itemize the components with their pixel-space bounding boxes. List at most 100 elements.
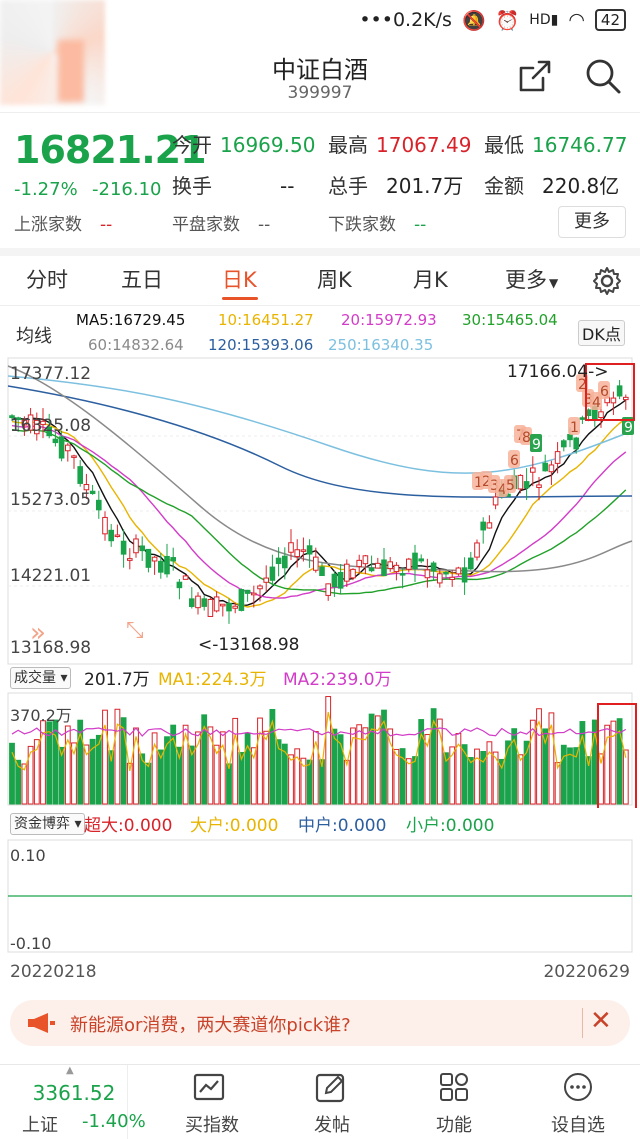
- candle-body: [108, 529, 115, 542]
- volume-bar: [27, 745, 34, 805]
- candle-body: [536, 484, 542, 488]
- volume-bar: [610, 720, 617, 805]
- candle-body: [437, 573, 443, 584]
- volume-selector[interactable]: 成交量 ▾: [10, 667, 72, 689]
- ma-line: [11, 428, 627, 595]
- candle-body: [189, 598, 195, 607]
- nav-label: 买指数: [185, 1115, 239, 1136]
- candle-body: [120, 540, 127, 555]
- candle-body: [151, 556, 158, 562]
- chart-icon: [193, 1073, 225, 1101]
- nav-index-quote[interactable]: ▲ 3361.52 上证 -1.40%: [0, 1065, 146, 1139]
- gear-icon[interactable]: [592, 266, 622, 296]
- candle-body: [393, 564, 400, 573]
- search-icon[interactable]: [583, 56, 623, 96]
- svg-text:1: 1: [570, 420, 579, 436]
- tab-monthly-k[interactable]: 月K: [413, 264, 448, 294]
- ma-label: 均线: [16, 326, 52, 347]
- resize-icon[interactable]: ⤡: [126, 618, 144, 643]
- nav-add-watchlist[interactable]: 设自选: [514, 1065, 640, 1139]
- candle-body: [344, 563, 350, 582]
- candle-body: [579, 417, 586, 420]
- candle-body: [598, 411, 604, 419]
- close-icon[interactable]: ✕: [590, 1006, 612, 1036]
- more-button[interactable]: 更多: [558, 206, 626, 238]
- candle-body: [257, 585, 263, 590]
- candle-body: [96, 499, 102, 511]
- banner-text: 新能源or消费，两大赛道你pick谁?: [70, 1015, 351, 1036]
- ma250-value: 250:16340.35: [328, 336, 434, 354]
- candle-body: [145, 548, 152, 568]
- ma5-value: MA5:16729.45: [76, 311, 186, 329]
- volume-bar: [567, 747, 573, 805]
- candle-body: [573, 437, 580, 450]
- change-percent: -1.27%: [14, 179, 78, 200]
- volume-bar: [226, 763, 232, 805]
- period-tabs: 分时 五日 日K 周K 月K 更多 ▼: [0, 248, 640, 306]
- ma30-value: 30:15465.04: [462, 311, 558, 329]
- candle-body: [306, 545, 313, 555]
- change-amount: -216.10: [92, 179, 162, 200]
- fund-axis-bottom: -0.10: [10, 934, 52, 953]
- nav-functions[interactable]: 功能: [390, 1065, 518, 1139]
- candle-body: [610, 397, 617, 404]
- volume-bar: [300, 757, 307, 805]
- share-icon[interactable]: [515, 56, 555, 96]
- price-axis-3: 15273.05: [10, 490, 92, 510]
- fund-selector[interactable]: 资金博弈 ▾: [10, 813, 86, 835]
- candle-body: [133, 538, 139, 554]
- fund-chart[interactable]: 0.10 -0.10: [0, 838, 640, 956]
- candle-body: [158, 560, 164, 573]
- candle-body: [195, 595, 201, 609]
- nav-buy-index[interactable]: 买指数: [148, 1065, 276, 1139]
- edit-icon: [315, 1073, 345, 1103]
- candle-body: [381, 559, 387, 577]
- candle-body: [418, 558, 424, 562]
- volume-ma1: MA1:224.3万: [158, 670, 267, 690]
- candle-body: [325, 583, 331, 596]
- candle-body: [486, 522, 493, 529]
- candle-body: [226, 602, 232, 612]
- promo-banner[interactable]: 新能源or消费，两大赛道你pick谁? ✕: [10, 1000, 630, 1046]
- candle-body: [275, 557, 282, 565]
- dk-button[interactable]: DK点: [578, 320, 625, 346]
- nav-post[interactable]: 发帖: [268, 1065, 396, 1139]
- expand-left-icon[interactable]: »: [30, 618, 46, 648]
- banner-divider: [582, 1008, 583, 1038]
- candle-body: [561, 440, 567, 448]
- candlestick-chart[interactable]: 123456781234699 17377.12 16325.08 15273.…: [0, 356, 640, 666]
- volume-chart[interactable]: 370.2万: [0, 692, 640, 829]
- tab-daily-k[interactable]: 日K: [222, 264, 257, 294]
- candle-body: [443, 571, 449, 575]
- volume-bar: [219, 731, 226, 805]
- tab-intraday[interactable]: 分时: [26, 264, 68, 294]
- tab-five-day[interactable]: 五日: [121, 264, 163, 294]
- caret-down-icon: ▼: [549, 276, 559, 290]
- candle-body: [474, 542, 480, 558]
- candle-body: [623, 396, 629, 401]
- candle-body: [300, 549, 307, 552]
- volume-bar: [368, 713, 375, 805]
- tab-more[interactable]: 更多 ▼: [505, 264, 558, 294]
- candle-body: [251, 592, 257, 596]
- volume-stat: 总手 201.7万: [328, 174, 464, 198]
- candle-body: [424, 569, 431, 579]
- svg-text:6: 6: [600, 384, 609, 400]
- fund-svg: [7, 839, 633, 953]
- index-value: 3361.52: [32, 1081, 116, 1105]
- candle-body: [244, 589, 251, 594]
- up-count: 上涨家数 --: [14, 215, 113, 235]
- volume-bar: [288, 754, 294, 805]
- volume-bar: [244, 732, 251, 805]
- high-annotation: 17166.04->: [507, 362, 609, 382]
- candle-body: [127, 558, 133, 561]
- candle-body: [182, 575, 189, 580]
- nav-label: 设自选: [551, 1115, 605, 1136]
- candle-body: [368, 567, 375, 572]
- tab-weekly-k[interactable]: 周K: [317, 264, 352, 294]
- candle-body: [164, 555, 170, 575]
- mute-icon: 🔕: [461, 9, 486, 32]
- candle-body: [480, 521, 486, 531]
- candle-body: [530, 467, 536, 473]
- kline-svg: 123456781234699: [7, 357, 635, 665]
